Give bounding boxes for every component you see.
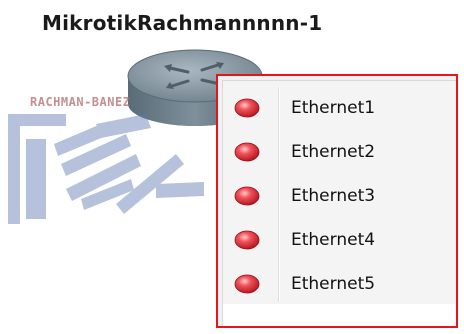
- interface-context-menu: Ethernet1 Ethernet2 Ethernet3 Ethernet4 …: [216, 74, 458, 328]
- rb-logo-watermark: [8, 114, 204, 224]
- menu-item-ethernet2[interactable]: Ethernet2: [223, 131, 456, 175]
- red-led-icon: [234, 98, 260, 118]
- menu-item-label: Ethernet1: [291, 98, 376, 118]
- menu-item-ethernet4[interactable]: Ethernet4: [223, 219, 456, 263]
- menu-panel: Ethernet1 Ethernet2 Ethernet3 Ethernet4 …: [222, 80, 456, 326]
- red-led-icon: [234, 274, 260, 294]
- menu-item-label: Ethernet4: [291, 230, 376, 250]
- menu-item-label: Ethernet5: [291, 274, 376, 294]
- menu-item-ethernet5[interactable]: Ethernet5: [223, 263, 456, 307]
- topology-canvas: MikrotikRachmannnnn-1 RACHMAN-BANEZ Ethe…: [0, 0, 464, 334]
- device-title: MikrotikRachmannnnn-1: [42, 11, 323, 35]
- menu-item-label: Ethernet2: [291, 142, 376, 162]
- watermark-text: RACHMAN-BANEZ: [30, 95, 131, 109]
- red-led-icon: [234, 142, 260, 162]
- menu-item-ethernet3[interactable]: Ethernet3: [223, 175, 456, 219]
- red-led-icon: [234, 230, 260, 250]
- menu-item-label: Ethernet3: [291, 186, 376, 206]
- menu-item-ethernet1[interactable]: Ethernet1: [223, 87, 456, 131]
- menu-bottom-strip: [223, 304, 456, 326]
- red-led-icon: [234, 186, 260, 206]
